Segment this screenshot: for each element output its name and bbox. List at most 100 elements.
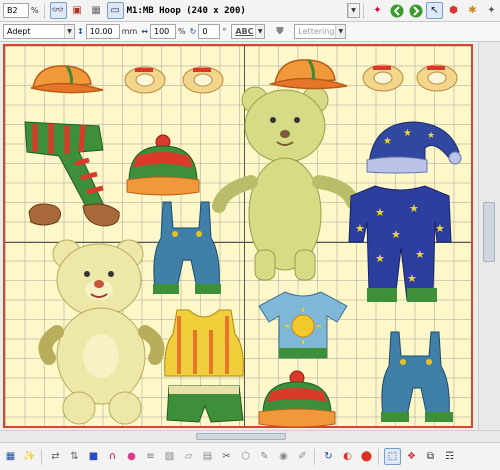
- multi-select-icon[interactable]: ⬚: [384, 448, 401, 465]
- text-width-icon: ↔: [141, 27, 148, 36]
- pink-circle-icon[interactable]: ●: [123, 448, 140, 465]
- applique-icon[interactable]: ▧: [161, 448, 178, 465]
- hoop-area[interactable]: ★ ★ ★ ★ ★ ★ ★ ★ ★ ★ ★: [3, 44, 473, 428]
- separator: [41, 448, 42, 465]
- rotate-icon[interactable]: ↻: [320, 448, 337, 465]
- flip-icon[interactable]: ⇄: [47, 448, 64, 465]
- size-field[interactable]: 10.00: [85, 24, 120, 39]
- svg-text:★: ★: [427, 131, 435, 141]
- svg-text:★: ★: [355, 222, 365, 235]
- svg-text:★: ★: [415, 248, 425, 261]
- lettering-art-combo[interactable]: Lettering Art ▼: [294, 24, 347, 39]
- chevron-down-icon: ▼: [348, 4, 358, 17]
- stop-icon[interactable]: ⬤: [358, 448, 375, 465]
- teddy-bear[interactable]: [212, 86, 360, 284]
- separator: [363, 2, 364, 19]
- vertical-scroll-thumb[interactable]: [483, 202, 495, 262]
- magic-wand-icon[interactable]: ✨: [21, 448, 38, 465]
- hoop-dropdown[interactable]: ▼: [347, 3, 360, 18]
- width-field[interactable]: 100: [150, 24, 176, 39]
- fill-icon[interactable]: ▤: [199, 448, 216, 465]
- lettering-art-value: Lettering Art: [298, 27, 335, 36]
- chevron-down-icon: ▼: [255, 25, 265, 38]
- width-value: 100: [154, 27, 170, 36]
- magnet-icon[interactable]: ∩: [104, 448, 121, 465]
- shield-icon[interactable]: ⛊: [271, 23, 288, 40]
- separator: [378, 448, 379, 465]
- select-pointer-icon[interactable]: ↖: [426, 2, 443, 19]
- grid-icon[interactable]: ▦: [88, 2, 105, 19]
- style-value: ABC: [235, 27, 254, 36]
- hoop-icon[interactable]: ▭: [106, 2, 124, 19]
- svg-text:★: ★: [375, 252, 385, 265]
- horizontal-scrollbar[interactable]: [0, 430, 500, 442]
- back-arrow-icon[interactable]: [388, 2, 405, 19]
- size-value: 10.00: [89, 27, 113, 36]
- font-value: Adept: [7, 27, 31, 36]
- svg-text:★: ★: [403, 128, 412, 139]
- angle-value: 0: [202, 27, 208, 36]
- angle-unit: °: [222, 27, 227, 36]
- separator: [314, 448, 315, 465]
- svg-text:★: ★: [375, 206, 385, 219]
- orange-cap[interactable]: [27, 62, 105, 98]
- eye-icon[interactable]: ◉: [275, 448, 292, 465]
- star-pajamas[interactable]: ★ ★ ★ ★ ★ ★ ★ ★: [345, 182, 455, 314]
- svg-text:★: ★: [435, 222, 445, 235]
- chevron-down-icon: ▼: [335, 25, 346, 38]
- size-unit: mm: [121, 27, 138, 36]
- combine-icon[interactable]: ⧉: [422, 448, 439, 465]
- design-workspace[interactable]: ★ ★ ★ ★ ★ ★ ★ ★ ★ ★ ★: [0, 42, 500, 442]
- zoom-percent-label: %: [31, 6, 39, 15]
- bottom-toolbar: ▦ ✨ ⇄ ⇅ ■ ∩ ● ≡ ▧ ▱ ▤ ✂ ⬡ ✎ ◉ ✐ ↻ ◐ ⬤ ⬚ …: [0, 442, 500, 470]
- color-palette-icon[interactable]: ✱: [464, 2, 481, 19]
- star-nightcap[interactable]: ★ ★ ★: [365, 114, 465, 176]
- overalls[interactable]: [147, 198, 225, 300]
- svg-text:★: ★: [383, 136, 392, 147]
- scissors-icon[interactable]: ✂: [218, 448, 235, 465]
- rotate-icon: ↻: [189, 27, 197, 36]
- sun-tshirt[interactable]: [255, 288, 351, 364]
- hoop-title: M1:MB Hoop (240 x 200): [126, 5, 246, 16]
- green-shorts[interactable]: [163, 382, 245, 428]
- orange-cap[interactable]: [267, 56, 349, 94]
- tank-top[interactable]: [159, 306, 249, 380]
- text-height-icon: ↕: [77, 27, 84, 36]
- angle-field[interactable]: 0: [198, 24, 221, 39]
- stitch-icon[interactable]: ≡: [142, 448, 159, 465]
- chevron-down-icon: ▼: [64, 25, 74, 38]
- striped-beanie[interactable]: [123, 134, 205, 200]
- style-combo[interactable]: ABC ▼: [231, 24, 266, 39]
- select-color-icon[interactable]: ✦: [369, 2, 386, 19]
- design-name-value: B2: [7, 6, 18, 15]
- font-combo[interactable]: Adept ▼: [3, 24, 75, 39]
- design-name-combo[interactable]: B2: [3, 3, 29, 18]
- svg-text:★: ★: [407, 272, 417, 285]
- vertical-scrollbar[interactable]: [478, 42, 500, 442]
- width-unit: %: [178, 27, 186, 36]
- mirror-icon[interactable]: ⇅: [66, 448, 83, 465]
- node-icon[interactable]: ⬡: [237, 448, 254, 465]
- svg-text:★: ★: [409, 202, 419, 215]
- forward-arrow-icon[interactable]: [407, 2, 424, 19]
- horizontal-scroll-thumb[interactable]: [196, 433, 286, 440]
- sequence-icon[interactable]: ☶: [441, 448, 458, 465]
- svg-text:★: ★: [391, 228, 401, 241]
- shape-icon[interactable]: ▱: [180, 448, 197, 465]
- select-colors-icon[interactable]: ⬢: [445, 2, 462, 19]
- overalls[interactable]: [375, 328, 455, 426]
- pencil-icon[interactable]: ✎: [256, 448, 273, 465]
- striped-beanie[interactable]: [255, 370, 339, 432]
- mittens[interactable]: [25, 198, 125, 236]
- color-wheel-icon[interactable]: ◐: [339, 448, 356, 465]
- slideshow-icon[interactable]: ▣: [69, 2, 86, 19]
- color-sort-icon[interactable]: ❖: [403, 448, 420, 465]
- lettering-toolbar: Adept ▼ ↕ 10.00 mm ↔ 100 % ↻ 0 ° ABC ▼ ⛊…: [0, 22, 500, 42]
- shoes[interactable]: [361, 58, 461, 96]
- separator: [43, 2, 45, 19]
- grid-menu-icon[interactable]: ▦: [2, 448, 19, 465]
- glasses-icon[interactable]: 👓: [49, 2, 67, 19]
- brush-icon[interactable]: ✐: [294, 448, 311, 465]
- blue-block-icon[interactable]: ■: [85, 448, 102, 465]
- reset-color-icon[interactable]: ✦: [483, 2, 500, 19]
